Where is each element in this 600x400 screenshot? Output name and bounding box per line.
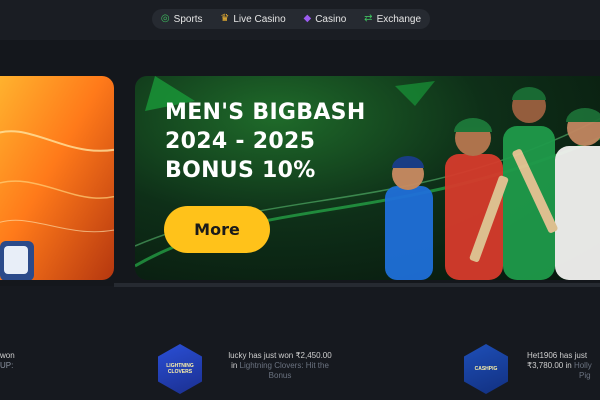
win-game-link[interactable]: UP: xyxy=(0,361,15,371)
slide-artwork xyxy=(0,130,114,280)
recent-wins-ticker: won UP: LIGHTNING CLOVERS lucky has just… xyxy=(0,287,600,400)
win-amount: ₹3,780.00 xyxy=(527,361,564,370)
nav-item-label: Live Casino xyxy=(233,13,286,25)
promo-slide-previous[interactable] xyxy=(0,76,114,280)
banner-headline-line: MEN'S BIGBASH xyxy=(165,100,366,125)
nav-item-exchange[interactable]: ⇄ Exchange xyxy=(364,14,421,25)
top-bar: ◎ Sports ♛ Live Casino ◆ Casino ⇄ Exchan… xyxy=(0,0,600,40)
nav-item-label: Sports xyxy=(173,13,203,25)
more-button[interactable]: More xyxy=(164,206,270,253)
win-in-label: in xyxy=(231,361,238,370)
nav-item-sports[interactable]: ◎ Sports xyxy=(161,14,203,25)
sports-icon: ◎ xyxy=(160,13,170,24)
nav-item-casino[interactable]: ◆ Casino xyxy=(303,14,346,25)
win-ticker-item-partial: won UP: xyxy=(0,351,15,371)
game-badge-text: LIGHTNING CLOVERS xyxy=(166,363,194,375)
win-game-link-tail[interactable]: Pig xyxy=(527,371,592,381)
win-in-label: in xyxy=(565,361,572,370)
category-nav: ◎ Sports ♛ Live Casino ◆ Casino ⇄ Exchan… xyxy=(152,9,430,29)
win-game-link[interactable]: Holly xyxy=(574,361,592,370)
game-badge-text: CASHPIG xyxy=(474,366,498,372)
game-badge-lightning-clovers[interactable]: LIGHTNING CLOVERS xyxy=(158,344,202,394)
banner-headline-line: 2024 - 2025 xyxy=(165,129,316,154)
promo-slide-bigbash[interactable]: MEN'S BIGBASH 2024 - 2025 BONUS 10% More xyxy=(135,76,600,280)
win-text: won xyxy=(0,351,15,360)
nav-item-label: Casino xyxy=(315,13,347,25)
game-badge-cashpig[interactable]: CASHPIG xyxy=(464,344,508,394)
live-casino-icon: ♛ xyxy=(220,13,230,24)
win-ticker-item: Het1906 has just ₹3,780.00 in Holly Pig xyxy=(527,351,592,381)
nav-item-label: Exchange xyxy=(376,13,422,25)
exchange-icon: ⇄ xyxy=(364,13,373,24)
banner-headline-line: BONUS 10% xyxy=(165,158,316,183)
banner-headline: MEN'S BIGBASH 2024 - 2025 BONUS 10% xyxy=(165,98,395,185)
win-text: Het1906 has just xyxy=(527,351,588,360)
casino-icon: ◆ xyxy=(303,13,312,24)
nav-item-live-casino[interactable]: ♛ Live Casino xyxy=(220,14,285,25)
win-game-link-tail[interactable]: Bonus xyxy=(214,371,346,381)
win-ticker-item: lucky has just won ₹2,450.00 in Lightnin… xyxy=(214,351,346,381)
win-game-link[interactable]: Lightning Clovers: Hit the xyxy=(240,361,329,370)
win-text: lucky has just won ₹2,450.00 xyxy=(228,351,332,360)
